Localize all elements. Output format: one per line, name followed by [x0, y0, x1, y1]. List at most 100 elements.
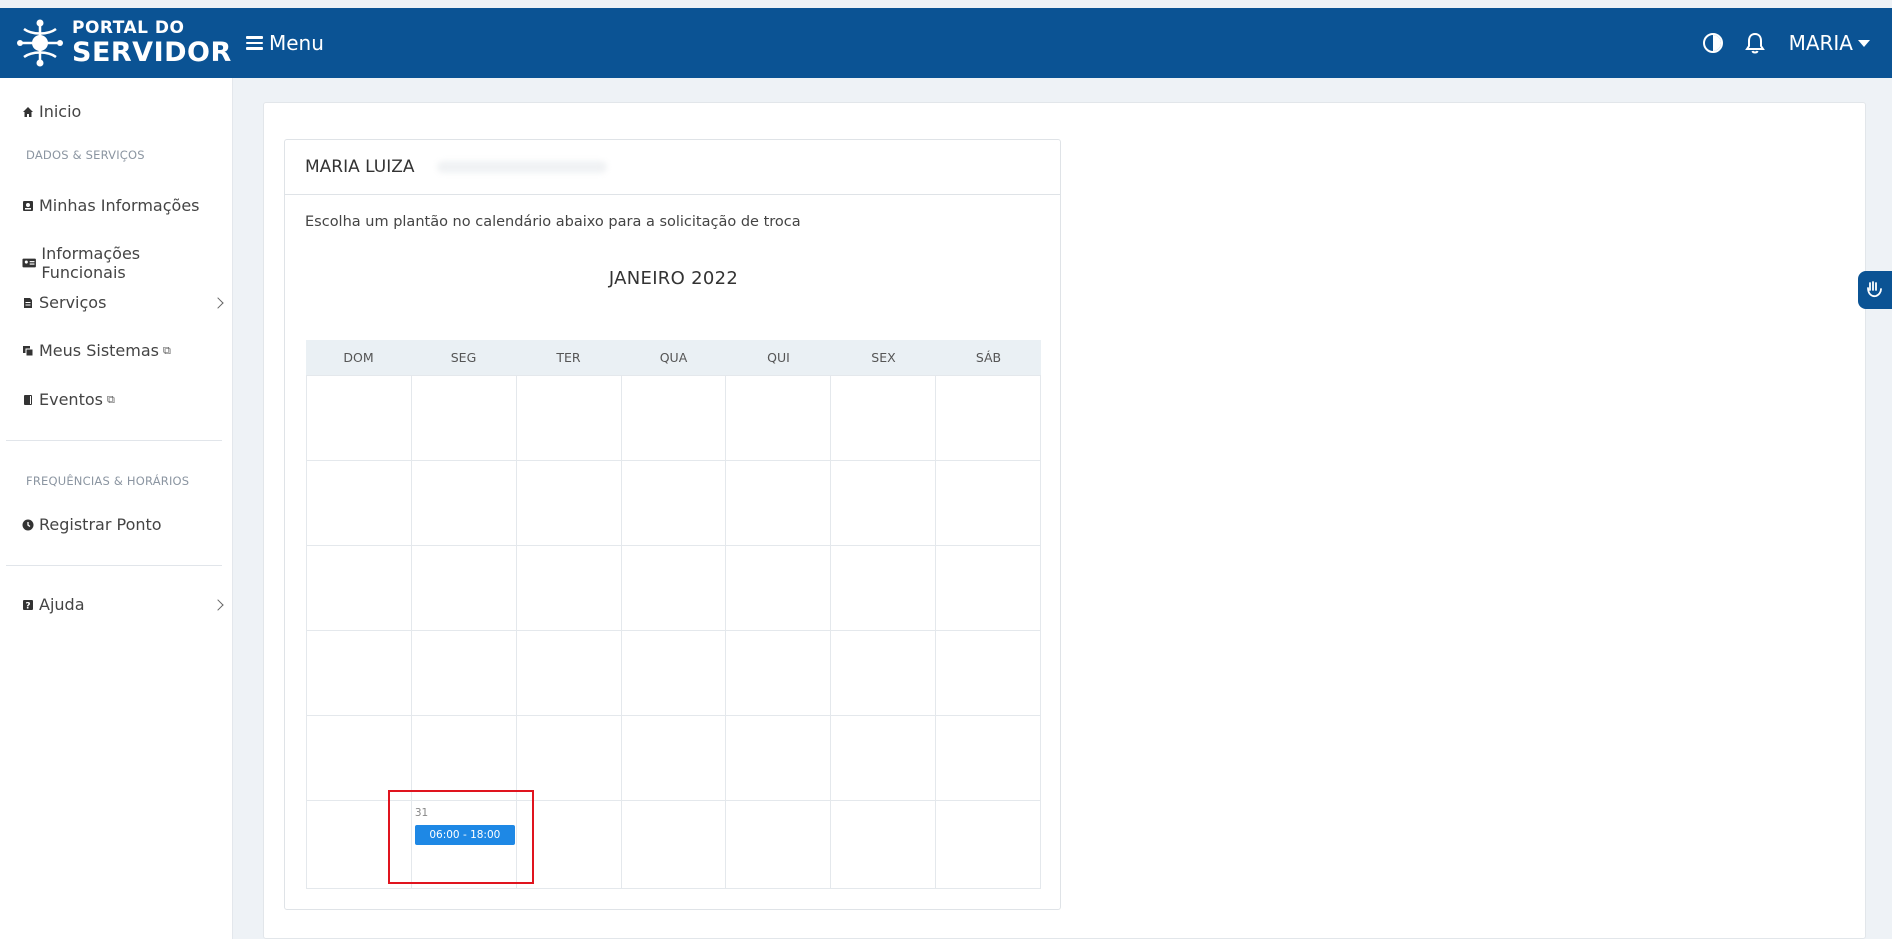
top-navbar: PORTAL DO SERVIDOR Menu MARIA — [0, 8, 1892, 78]
sidebar-section-frequencias: FREQUÊNCIAS & HORÁRIOS — [26, 474, 190, 488]
calendar-day-cell[interactable] — [621, 631, 727, 716]
user-card-icon — [23, 200, 33, 211]
sidebar-item-label: Inicio — [39, 102, 82, 121]
sidebar-item-label: Serviços — [39, 293, 107, 312]
contrast-toggle-icon[interactable] — [1702, 33, 1723, 53]
calendar-day-cell[interactable] — [621, 461, 727, 546]
calendar-day-cell[interactable] — [831, 461, 937, 546]
sidebar-item-label: Informações Funcionais — [41, 244, 141, 282]
calendar-day-cell[interactable] — [516, 546, 622, 631]
calendar-day-cell[interactable] — [411, 716, 517, 801]
weekday-label: QUI — [767, 350, 790, 365]
sidebar-divider — [6, 565, 222, 566]
calendar-day-cell[interactable] — [411, 546, 517, 631]
external-link-icon: ⧉ — [106, 392, 115, 406]
day-number: 31 — [414, 807, 429, 819]
calendar-day-cell[interactable] — [726, 546, 832, 631]
calendar-day-cell[interactable] — [307, 546, 412, 631]
calendar-day-cell[interactable] — [516, 376, 622, 461]
sidebar-item-label: Registrar Ponto — [39, 515, 162, 534]
calendar-day-cell[interactable] — [831, 376, 937, 461]
calendar-day-cell[interactable] — [516, 631, 622, 716]
calendar-day-cell[interactable] — [307, 631, 412, 716]
calendar-day-cell[interactable] — [307, 716, 412, 801]
shift-event-button[interactable]: 06:00 - 18:00 — [414, 825, 515, 845]
home-icon — [23, 106, 33, 117]
instruction-text: Escolha um plantão no calendário abaixo … — [305, 214, 801, 230]
sidebar-item-label: Eventos — [39, 390, 103, 409]
sidebar-section-dados-servicos: DADOS & SERVIÇOS — [26, 148, 145, 162]
sidebar-divider — [6, 440, 222, 441]
accessibility-vlibras-button[interactable] — [1858, 271, 1892, 309]
calendar-day-cell[interactable] — [726, 376, 832, 461]
sidebar-item-label: Minhas Informações — [39, 196, 200, 215]
calendar-day-cell[interactable] — [831, 801, 937, 889]
weekday-label: TER — [556, 350, 581, 365]
calendar-day-cell[interactable] — [936, 716, 1041, 801]
menu-toggle-button[interactable]: Menu — [246, 31, 324, 55]
sidebar-item-registrar-ponto[interactable]: Registrar Ponto — [22, 515, 222, 534]
calendar-day-cell[interactable] — [831, 546, 937, 631]
book-icon — [24, 394, 32, 405]
calendar-day-cell[interactable] — [621, 716, 727, 801]
calendar-day-cell[interactable] — [726, 461, 832, 546]
calendar-day-cell[interactable] — [516, 801, 622, 889]
sidebar-item-eventos[interactable]: Eventos ⧉ — [22, 390, 222, 409]
calendar-day-cell[interactable] — [726, 801, 832, 889]
document-icon — [24, 297, 32, 308]
calendar-day-cell-31[interactable]: 31 06:00 - 18:00 — [411, 801, 517, 889]
menu-label: Menu — [269, 31, 324, 55]
calendar-day-cell[interactable] — [936, 631, 1041, 716]
calendar-day-cell[interactable] — [831, 716, 937, 801]
calendar-day-cell[interactable] — [936, 461, 1041, 546]
sidebar-item-inicio[interactable]: Inicio — [22, 102, 222, 121]
calendar-day-cell[interactable] — [516, 461, 622, 546]
notifications-bell-icon[interactable] — [1744, 32, 1765, 54]
calendar-weekday-header: DOM SEG TER QUA QUI SEX SÁB — [306, 340, 1041, 375]
sidebar-item-informacoes-funcionais[interactable]: Informações Funcionais — [22, 244, 222, 282]
external-link-icon: ⧉ — [163, 343, 171, 357]
help-icon: ? — [23, 599, 33, 611]
weekday-label: QUA — [659, 350, 688, 365]
calendar-day-cell[interactable] — [621, 801, 727, 889]
calendar-day-cell[interactable] — [307, 461, 412, 546]
copy-icon — [23, 345, 34, 356]
calendar-day-cell[interactable] — [831, 631, 937, 716]
logo-emblem-icon — [17, 19, 63, 67]
calendar-day-cell[interactable] — [307, 801, 412, 889]
clock-icon — [22, 519, 34, 530]
sidebar-item-ajuda[interactable]: ? Ajuda — [22, 595, 224, 614]
user-name: MARIA — [1788, 31, 1853, 55]
weekday-label: DOM — [343, 350, 374, 365]
logo-line-2: SERVIDOR — [72, 37, 232, 68]
calendar-day-cell[interactable] — [621, 376, 727, 461]
sidebar: Inicio DADOS & SERVIÇOS Minhas Informaçõ… — [0, 78, 233, 939]
caret-down-icon — [1858, 39, 1870, 47]
sidebar-item-meus-sistemas[interactable]: Meus Sistemas ⧉ — [22, 341, 222, 360]
redacted-text — [436, 161, 607, 173]
sidebar-item-servicos[interactable]: Serviços — [22, 293, 224, 312]
calendar-day-cell[interactable] — [411, 461, 517, 546]
calendar-day-cell[interactable] — [936, 376, 1041, 461]
logo-line-1: PORTAL DO — [72, 18, 185, 38]
calendar-day-cell[interactable] — [936, 546, 1041, 631]
calendar-day-cell[interactable] — [936, 801, 1041, 889]
chevron-right-icon — [212, 598, 224, 611]
weekday-label: SEG — [450, 350, 477, 365]
weekday-label: SÁB — [975, 350, 1002, 365]
calendar-day-cell[interactable] — [307, 376, 412, 461]
card-header: MARIA LUIZA — [285, 140, 1060, 195]
portal-logo[interactable]: PORTAL DO SERVIDOR — [0, 8, 232, 78]
sidebar-item-minhas-informacoes[interactable]: Minhas Informações — [22, 196, 222, 215]
calendar-day-cell[interactable] — [516, 716, 622, 801]
calendar-day-cell[interactable] — [726, 631, 832, 716]
calendar-day-cell[interactable] — [726, 716, 832, 801]
user-menu-dropdown[interactable]: MARIA — [1789, 31, 1870, 55]
calendar-day-cell[interactable] — [621, 546, 727, 631]
calendar-day-cell[interactable] — [411, 631, 517, 716]
calendar-grid: DOM SEG TER QUA QUI SEX SÁB 31 06:00 - 1… — [306, 340, 1041, 889]
employee-name: MARIA LUIZA — [305, 157, 415, 177]
calendar-body: 31 06:00 - 18:00 — [306, 375, 1041, 889]
svg-text:?: ? — [25, 601, 30, 611]
calendar-day-cell[interactable] — [411, 376, 517, 461]
